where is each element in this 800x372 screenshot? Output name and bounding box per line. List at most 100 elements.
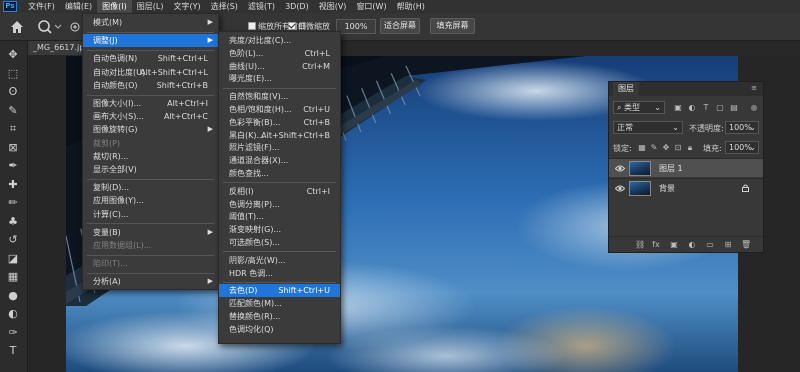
menu-row[interactable]: 去色(D) Shift+Ctrl+U — [219, 284, 340, 298]
menu-row[interactable]: 替换颜色(R)... — [219, 310, 340, 323]
menu-row[interactable]: 亮度/对比度(C)... — [219, 34, 340, 47]
adjustment-icon[interactable]: ◐ — [687, 240, 697, 250]
menu-row[interactable]: 色彩平衡(B)... Ctrl+B — [219, 116, 340, 129]
mask-icon[interactable]: ▣ — [669, 240, 679, 250]
menu-item[interactable]: 滤镜(T) — [243, 0, 280, 13]
menu-row[interactable]: 匹配颜色(M)... — [219, 297, 340, 310]
menu-row[interactable]: 变量(B) ▶ — [83, 226, 218, 239]
menu-row[interactable]: 反相(I) Ctrl+I — [219, 185, 340, 198]
menu-row[interactable]: 色调均化(Q) — [219, 323, 340, 336]
document-tab[interactable]: _MG_6617.jpg — [28, 41, 88, 55]
menu-item[interactable]: 编辑(E) — [60, 0, 97, 13]
resize-windows-checkbox[interactable] — [248, 22, 256, 30]
home-icon[interactable] — [8, 18, 26, 36]
menu-row[interactable]: 自动色调(N) Shift+Ctrl+L — [83, 52, 218, 65]
crop-icon[interactable]: ⌗ — [4, 121, 22, 137]
layer-filter-kind-select[interactable]: ⌕ 类型 ⌄ — [613, 101, 665, 114]
layer-name[interactable]: 图层 1 — [659, 159, 683, 178]
group-icon[interactable]: ▭ — [705, 240, 715, 250]
menu-row[interactable]: 模式(M) ▶ — [83, 16, 218, 29]
lock-image-icon[interactable]: ✎ — [649, 143, 659, 153]
menu-row[interactable]: 自然饱和度(V)... — [219, 90, 340, 103]
menu-row[interactable]: 显示全部(V) — [83, 163, 218, 176]
menu-row[interactable]: 复制(D)... — [83, 181, 218, 194]
zoom-value-field[interactable]: 100% — [336, 19, 376, 34]
fx-icon[interactable]: fx — [651, 240, 661, 250]
menu-row[interactable]: 色调分离(P)... — [219, 198, 340, 211]
eraser-icon[interactable]: ◪ — [4, 251, 22, 267]
menu-row[interactable]: 分析(A) ▶ — [83, 275, 218, 288]
move-icon[interactable]: ✥ — [4, 47, 22, 63]
menu-row[interactable]: 通道混合器(X)... — [219, 154, 340, 167]
menu-row[interactable]: 应用图像(Y)... — [83, 194, 218, 207]
link-layers-icon[interactable]: ⛓ — [635, 240, 645, 250]
menu-row[interactable]: 颜色查找... — [219, 167, 340, 180]
layer-name[interactable]: 背景 — [659, 179, 675, 198]
layer-row[interactable]: 背景 — [609, 178, 763, 197]
menu-row[interactable]: 渐变映射(G)... — [219, 223, 340, 236]
brush-icon[interactable]: ✏ — [4, 195, 22, 211]
opacity-field[interactable]: 100% ⌄ — [725, 121, 759, 134]
filter-pixel-icon[interactable]: ▣ — [673, 103, 683, 113]
filter-type-icon[interactable]: T — [701, 103, 711, 113]
gradient-icon[interactable]: ▦ — [4, 269, 22, 285]
menu-item[interactable]: 图层(L) — [132, 0, 169, 13]
menu-item[interactable]: 窗口(W) — [351, 0, 391, 13]
menu-row[interactable]: 图像大小(I)... Alt+Ctrl+I — [83, 97, 218, 110]
menu-item[interactable]: 3D(D) — [280, 0, 314, 13]
lock-icon[interactable] — [742, 184, 749, 192]
frame-icon[interactable]: ⊠ — [4, 140, 22, 156]
tab-layers[interactable]: 图层 — [613, 82, 639, 96]
dodge-icon[interactable]: ◐ — [4, 306, 22, 322]
filter-adjustment-icon[interactable]: ◐ — [687, 103, 697, 113]
healing-brush-icon[interactable]: ✚ — [4, 177, 22, 193]
menu-row[interactable]: 黑白(K)... Alt+Shift+Ctrl+B — [219, 129, 340, 142]
lasso-icon[interactable]: ʘ — [4, 84, 22, 100]
menu-row[interactable]: 自动颜色(O) Shift+Ctrl+B — [83, 79, 218, 92]
layer-row[interactable]: 图层 1 — [609, 158, 763, 177]
pen-icon[interactable]: ✑ — [4, 325, 22, 341]
filter-smart-object-icon[interactable]: ▤ — [729, 103, 739, 113]
menu-row[interactable]: 画布大小(S)... Alt+Ctrl+C — [83, 110, 218, 123]
menu-item[interactable]: 文件(F) — [23, 0, 60, 13]
menu-row[interactable]: 阴影/高光(W)... — [219, 254, 340, 267]
menu-item[interactable]: 文字(Y) — [168, 0, 205, 13]
delete-icon[interactable]: 🗑︎ — [741, 240, 751, 250]
menu-row[interactable]: 色阶(L)... Ctrl+L — [219, 47, 340, 60]
fill-field[interactable]: 100% ⌄ — [725, 141, 759, 154]
history-brush-icon[interactable]: ↺ — [4, 232, 22, 248]
menu-row[interactable]: 调整(J) ▶ — [83, 34, 218, 48]
filter-shape-icon[interactable]: ▢ — [715, 103, 725, 113]
menu-row[interactable]: 可选颜色(S)... — [219, 236, 340, 249]
menu-row[interactable]: 图像旋转(G) ▶ — [83, 123, 218, 136]
quick-select-icon[interactable]: ✎ — [4, 103, 22, 119]
menu-row[interactable]: 计算(C)... — [83, 208, 218, 221]
menu-row[interactable]: 照片滤镜(F)... — [219, 141, 340, 154]
menu-item[interactable]: 图像(I) — [97, 0, 132, 13]
menu-row[interactable]: 自动对比度(U) Alt+Shift+Ctrl+L — [83, 66, 218, 79]
menu-row[interactable]: HDR 色调... — [219, 267, 340, 280]
fit-screen-button[interactable]: 适合屏幕 — [380, 18, 420, 34]
type-icon[interactable]: T — [4, 343, 22, 359]
panel-menu-icon[interactable]: ≡ — [751, 84, 757, 92]
marquee-icon[interactable]: ⬚ — [4, 66, 22, 82]
photoshop-logo-icon[interactable]: Ps — [3, 1, 17, 12]
filter-toggle-icon[interactable]: ● — [749, 103, 759, 113]
menu-row[interactable]: 曝光度(E)... — [219, 72, 340, 85]
lock-all-icon[interactable]: 🔒︎ — [685, 143, 695, 153]
visibility-eye-icon[interactable] — [615, 164, 625, 173]
menu-item[interactable]: 视图(V) — [314, 0, 352, 13]
scrubby-zoom-checkbox[interactable] — [288, 22, 296, 30]
menu-row[interactable]: 色相/饱和度(H)... Ctrl+U — [219, 103, 340, 116]
zoom-tool-icon[interactable] — [36, 18, 62, 36]
clone-stamp-icon[interactable]: ♣ — [4, 214, 22, 230]
blur-icon[interactable]: ● — [4, 288, 22, 304]
menu-item[interactable]: 选择(S) — [206, 0, 243, 13]
blend-mode-select[interactable]: 正常 ⌄ — [613, 121, 683, 134]
menu-item[interactable]: 帮助(H) — [392, 0, 430, 13]
menu-row[interactable]: 裁切(R)... — [83, 150, 218, 163]
lock-artboard-icon[interactable]: ⊡ — [673, 143, 683, 153]
menu-row[interactable]: 阈值(T)... — [219, 210, 340, 223]
eyedropper-icon[interactable]: ✒ — [4, 158, 22, 174]
menu-row[interactable]: 曲线(U)... Ctrl+M — [219, 60, 340, 73]
